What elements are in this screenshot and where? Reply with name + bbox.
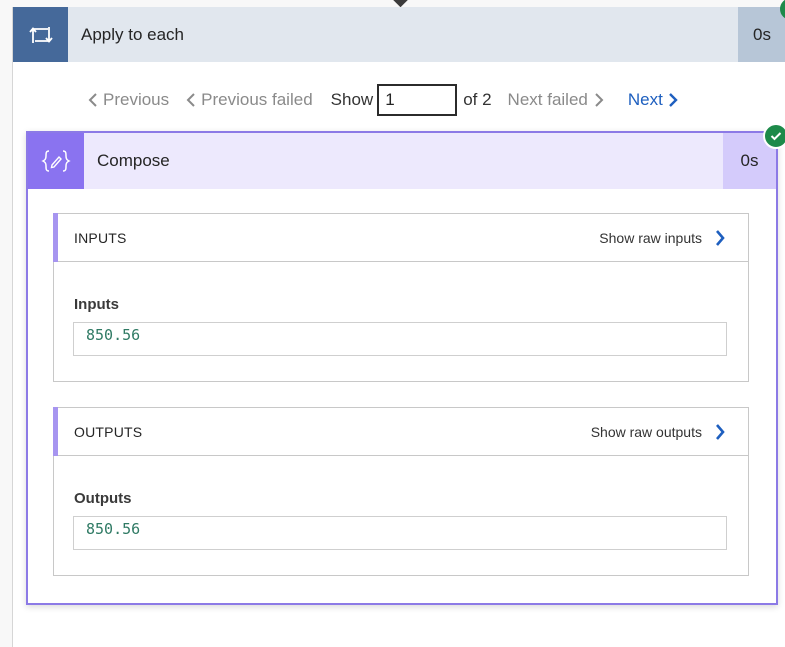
compose-title: Compose xyxy=(97,151,170,170)
next-label: Next xyxy=(627,90,663,109)
previous-failed-label: Previous failed xyxy=(201,90,313,109)
section-accent-bar xyxy=(53,213,58,262)
previous-label: Previous xyxy=(103,90,170,109)
show-label: Show xyxy=(330,90,374,109)
next-button[interactable]: Next xyxy=(628,90,678,110)
next-failed-label: Next failed xyxy=(507,90,588,109)
show-raw-inputs-label: Show raw inputs xyxy=(599,229,702,246)
next-failed-button[interactable]: Next failed xyxy=(508,90,604,110)
outputs-section: OUTPUTS Show raw outputs Outputs 850.56 xyxy=(53,407,749,576)
outputs-section-title: OUTPUTS xyxy=(74,423,143,440)
chevron-right-icon xyxy=(595,93,604,107)
chevron-left-icon xyxy=(186,93,195,107)
chevron-right-icon xyxy=(716,423,725,440)
apply-to-each-duration: 0s xyxy=(738,7,785,62)
chevron-left-icon xyxy=(88,93,97,107)
chevron-right-icon xyxy=(668,93,678,107)
iteration-number-input[interactable] xyxy=(377,84,458,116)
compose-icon xyxy=(28,133,84,189)
section-accent-bar xyxy=(53,407,58,456)
previous-button[interactable]: Previous xyxy=(88,90,169,110)
inputs-section-header: INPUTS Show raw inputs xyxy=(53,213,748,262)
show-raw-outputs-label: Show raw outputs xyxy=(590,423,702,440)
inputs-section: INPUTS Show raw inputs Inputs 850.56 xyxy=(53,213,749,382)
iteration-total-label: of 2 xyxy=(463,90,492,109)
loop-icon xyxy=(13,7,68,62)
previous-failed-button[interactable]: Previous failed xyxy=(186,90,313,110)
inputs-field-label: Inputs xyxy=(74,296,119,313)
show-raw-outputs-link[interactable]: Show raw outputs xyxy=(591,423,726,441)
inputs-section-title: INPUTS xyxy=(74,229,127,246)
apply-to-each-title: Apply to each xyxy=(81,24,185,44)
outputs-field-label: Outputs xyxy=(74,490,132,507)
show-raw-inputs-link[interactable]: Show raw inputs xyxy=(599,229,726,247)
inputs-value: 850.56 xyxy=(73,322,727,356)
outputs-value: 850.56 xyxy=(73,516,727,550)
iteration-pager: Previous Previous failed Show of 2 Next … xyxy=(88,82,678,118)
apply-to-each-header[interactable]: Apply to each 0s xyxy=(13,7,785,62)
chevron-right-icon xyxy=(716,229,725,246)
success-check-icon xyxy=(763,123,785,149)
compose-header[interactable]: Compose 0s xyxy=(28,133,776,189)
compose-action-card: Compose 0s INPUTS Show raw inputs Inputs… xyxy=(26,123,785,605)
outputs-section-header: OUTPUTS Show raw outputs xyxy=(53,407,748,456)
